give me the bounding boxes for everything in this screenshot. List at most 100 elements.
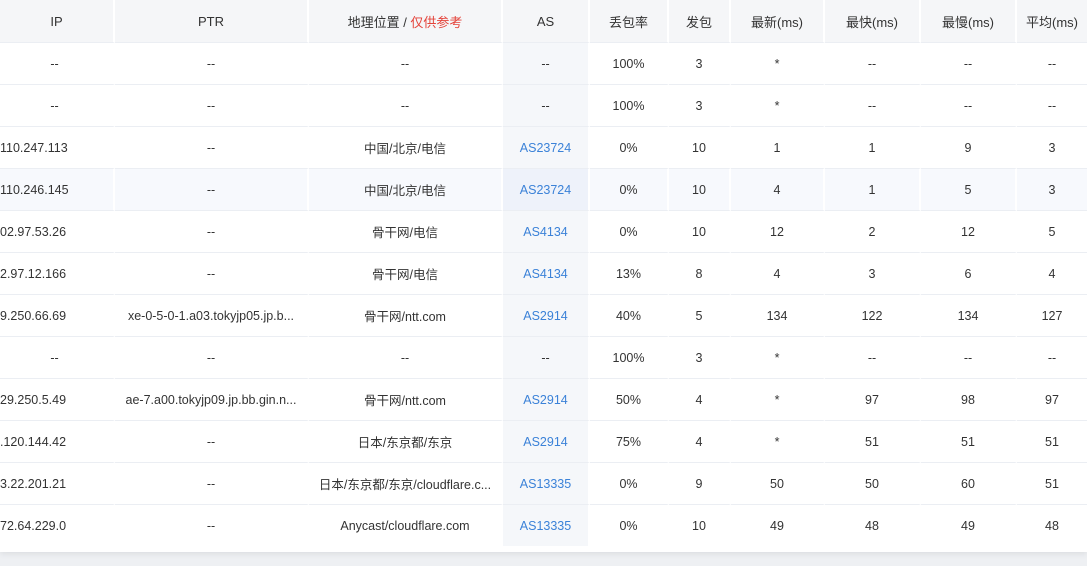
- cell-ip: 29.250.5.49: [0, 378, 115, 420]
- cell-ptr: --: [115, 126, 309, 168]
- cell-sent: 3: [669, 84, 731, 126]
- cell-geo: --: [309, 336, 503, 378]
- column-header-last[interactable]: 最新(ms): [731, 0, 825, 42]
- cell-ptr: --: [115, 420, 309, 462]
- cell-sent: 4: [669, 420, 731, 462]
- column-header-avg[interactable]: 平均(ms): [1017, 0, 1087, 42]
- as-number-link[interactable]: AS2914: [523, 393, 567, 407]
- cell-ptr: ae-7.a00.tokyjp09.jp.bb.gin.n...: [115, 378, 309, 420]
- cell-best: 3: [825, 252, 921, 294]
- cell-avg: 5: [1017, 210, 1087, 252]
- cell-geo: 骨干网/ntt.com: [309, 294, 503, 336]
- column-header-ptr[interactable]: PTR: [115, 0, 309, 42]
- cell-sent: 3: [669, 336, 731, 378]
- cell-loss: 50%: [590, 378, 669, 420]
- cell-last: 4: [731, 168, 825, 210]
- cell-ip: 3.22.201.21: [0, 462, 115, 504]
- geo-header-label: 地理位置: [347, 14, 400, 30]
- table-row: 29.250.5.49 ae-7.a00.tokyjp09.jp.bb.gin.n…: [0, 378, 1087, 420]
- cell-geo: 骨干网/电信: [309, 252, 503, 294]
- as-number-link[interactable]: AS4134: [523, 225, 567, 239]
- cell-loss: 0%: [590, 168, 669, 210]
- cell-sent: 9: [669, 462, 731, 504]
- cell-avg: 127: [1017, 294, 1087, 336]
- cell-worst: 12: [921, 210, 1017, 252]
- cell-ptr: --: [115, 42, 309, 84]
- cell-geo: 中国/北京/电信: [309, 168, 503, 210]
- table-row: 110.247.113 -- 中国/北京/电信 AS23724 0% 10 1 1 9 3: [0, 126, 1087, 168]
- cell-avg: 97: [1017, 378, 1087, 420]
- cell-ip: 110.246.145: [0, 168, 115, 210]
- cell-last: *: [731, 42, 825, 84]
- column-header-loss[interactable]: 丢包率: [590, 0, 669, 42]
- cell-ip: 110.247.113: [0, 126, 115, 168]
- cell-loss: 0%: [590, 462, 669, 504]
- table-row: 3.22.201.21 -- 日本/东京都/东京/cloudflare.c... AS…: [0, 462, 1087, 504]
- cell-best: 48: [825, 504, 921, 546]
- cell-avg: 3: [1017, 126, 1087, 168]
- geo-reference-note: 仅供参考: [410, 14, 463, 30]
- cell-ptr: --: [115, 168, 309, 210]
- as-number-link[interactable]: AS2914: [523, 309, 567, 323]
- cell-last: *: [731, 378, 825, 420]
- cell-ptr: --: [115, 462, 309, 504]
- cell-loss: 0%: [590, 126, 669, 168]
- cell-last: *: [731, 336, 825, 378]
- as-number-link[interactable]: AS2914: [523, 435, 567, 449]
- column-header-best[interactable]: 最快(ms): [825, 0, 921, 42]
- column-header-geo[interactable]: 地理位置 / 仅供参考: [309, 0, 503, 42]
- cell-best: --: [825, 84, 921, 126]
- cell-worst: 5: [921, 168, 1017, 210]
- cell-ip: --: [0, 84, 115, 126]
- as-number-link[interactable]: AS13335: [520, 519, 571, 533]
- cell-sent: 10: [669, 504, 731, 546]
- cell-as: AS23724: [503, 126, 590, 168]
- cell-sent: 10: [669, 168, 731, 210]
- table-body: -- -- -- -- 100% 3 * -- -- -- -- -- -- -- 100% 3 * -- -- --…: [0, 42, 1087, 546]
- table-row: 2.97.12.166 -- 骨干网/电信 AS4134 13% 8 4 3 6 4: [0, 252, 1087, 294]
- cell-geo: 中国/北京/电信: [309, 126, 503, 168]
- cell-as: AS4134: [503, 210, 590, 252]
- cell-ip: 2.97.12.166: [0, 252, 115, 294]
- cell-avg: --: [1017, 336, 1087, 378]
- cell-worst: 49: [921, 504, 1017, 546]
- table-row: .120.144.42 -- 日本/东京都/东京 AS2914 75% 4 * 51 51 51: [0, 420, 1087, 462]
- cell-as: AS2914: [503, 294, 590, 336]
- cell-best: --: [825, 42, 921, 84]
- cell-worst: --: [921, 336, 1017, 378]
- cell-best: 1: [825, 168, 921, 210]
- table-row: 110.246.145 -- 中国/北京/电信 AS23724 0% 10 4 1 5 3: [0, 168, 1087, 210]
- cell-best: 2: [825, 210, 921, 252]
- cell-worst: 9: [921, 126, 1017, 168]
- cell-as: AS23724: [503, 168, 590, 210]
- column-header-as[interactable]: AS: [503, 0, 590, 42]
- cell-last: 4: [731, 252, 825, 294]
- cell-ptr: --: [115, 84, 309, 126]
- as-number-link[interactable]: AS23724: [520, 183, 571, 197]
- cell-geo: 骨干网/ntt.com: [309, 378, 503, 420]
- cell-as: --: [503, 336, 590, 378]
- cell-loss: 0%: [590, 210, 669, 252]
- column-header-ip[interactable]: IP: [0, 0, 115, 42]
- cell-as: AS13335: [503, 462, 590, 504]
- cell-ip: --: [0, 336, 115, 378]
- geo-header-separator: /: [399, 14, 411, 30]
- as-number-link[interactable]: AS23724: [520, 141, 571, 155]
- cell-geo: --: [309, 84, 503, 126]
- cell-loss: 0%: [590, 504, 669, 546]
- column-header-sent[interactable]: 发包: [669, 0, 731, 42]
- as-number-link[interactable]: AS13335: [520, 477, 571, 491]
- cell-last: *: [731, 420, 825, 462]
- column-header-worst[interactable]: 最慢(ms): [921, 0, 1017, 42]
- cell-ptr: --: [115, 336, 309, 378]
- cell-sent: 5: [669, 294, 731, 336]
- traceroute-table: IP PTR 地理位置 / 仅供参考 AS 丢包率 发包 最新(ms) 最快(m…: [0, 0, 1087, 546]
- cell-ptr: --: [115, 210, 309, 252]
- table-row: 02.97.53.26 -- 骨干网/电信 AS4134 0% 10 12 2 12 5: [0, 210, 1087, 252]
- cell-best: 97: [825, 378, 921, 420]
- cell-last: 134: [731, 294, 825, 336]
- as-number-link[interactable]: AS4134: [523, 267, 567, 281]
- cell-as: AS2914: [503, 378, 590, 420]
- cell-worst: --: [921, 42, 1017, 84]
- cell-loss: 100%: [590, 336, 669, 378]
